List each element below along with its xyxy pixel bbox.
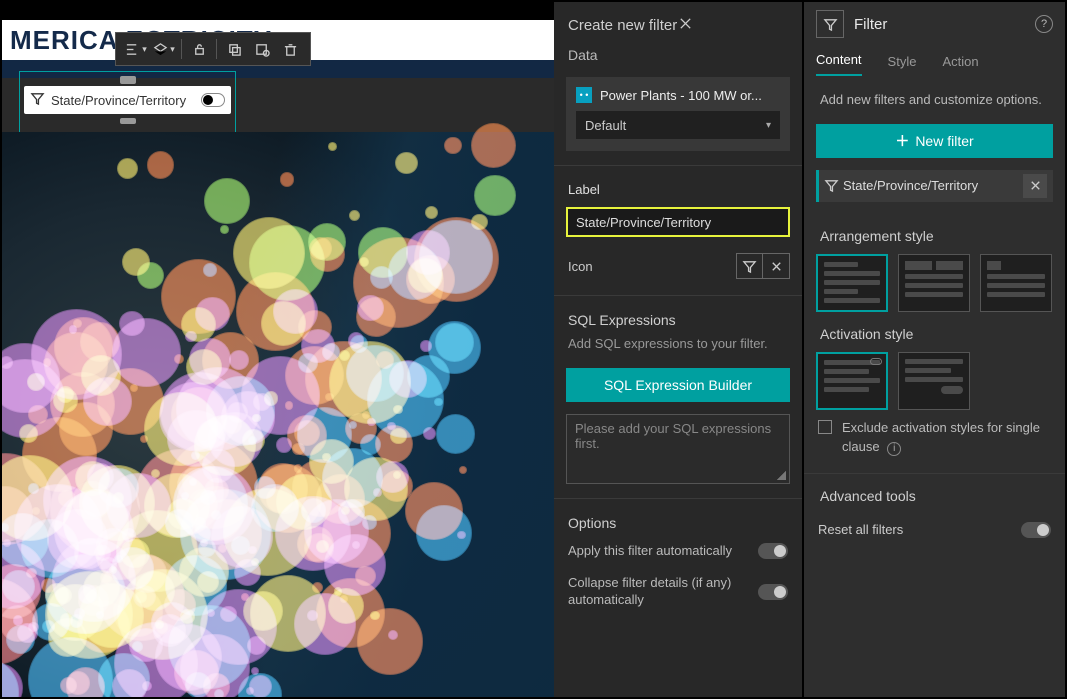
tab-style[interactable]: Style xyxy=(888,54,917,76)
option-collapse-auto: Collapse filter details (if any) automat… xyxy=(554,567,802,617)
close-icon xyxy=(1028,178,1043,193)
activation-option-1[interactable] xyxy=(816,352,888,410)
filter-list-item[interactable]: State/Province/Territory xyxy=(816,170,1053,202)
filter-settings-panel: Filter ? Content Style Action Add new fi… xyxy=(802,2,1065,697)
arrangement-option-3[interactable] xyxy=(980,254,1052,312)
arrangement-style-row xyxy=(804,254,1065,312)
icon-clear-button[interactable] xyxy=(763,254,789,278)
filter-item-label: State/Province/Territory xyxy=(843,178,1023,193)
close-button[interactable] xyxy=(678,16,788,35)
view-select[interactable]: Default ▾ xyxy=(576,111,780,139)
trash-icon xyxy=(283,42,298,57)
icon-heading: Icon xyxy=(568,259,593,274)
layers-button[interactable]: ▾ xyxy=(150,36,178,62)
view-select-value: Default xyxy=(585,118,626,133)
label-heading: Label xyxy=(554,172,802,201)
exclude-activation-label: Exclude activation styles for single cla… xyxy=(842,420,1040,455)
option-collapse-auto-toggle[interactable] xyxy=(758,584,788,600)
info-icon[interactable]: i xyxy=(887,442,901,456)
feature-layer-icon: • • xyxy=(576,87,592,103)
sql-placeholder: Please add your SQL expressions first. xyxy=(575,421,771,451)
widget-title: Filter xyxy=(854,16,887,33)
instructions-text: Add new filters and customize options. xyxy=(804,76,1065,124)
lock-icon xyxy=(192,42,207,57)
icon-picker xyxy=(736,253,790,279)
icon-choose-button[interactable] xyxy=(737,254,763,278)
sql-expressions-textarea[interactable]: Please add your SQL expressions first. xyxy=(566,414,790,484)
sql-builder-label: SQL Expression Builder xyxy=(604,377,752,393)
arrangement-heading: Arrangement style xyxy=(804,210,1065,254)
label-input[interactable]: State/Province/Territory xyxy=(566,207,790,237)
filter-chip-label: State/Province/Territory xyxy=(51,93,186,108)
help-icon: ? xyxy=(1041,18,1047,30)
reset-filters-toggle[interactable] xyxy=(1021,522,1051,538)
filter-chip-toggle[interactable] xyxy=(201,93,225,107)
sql-builder-button[interactable]: SQL Expression Builder xyxy=(566,368,790,402)
pending-button[interactable] xyxy=(248,36,276,62)
tab-action[interactable]: Action xyxy=(942,54,978,76)
reset-filters-label: Reset all filters xyxy=(818,522,903,537)
close-icon xyxy=(678,16,693,31)
option-apply-auto-label: Apply this filter automatically xyxy=(568,543,758,560)
layers-icon xyxy=(153,42,168,57)
lock-button[interactable] xyxy=(185,36,213,62)
funnel-icon xyxy=(742,259,757,274)
new-filter-button[interactable]: ＋ New filter xyxy=(816,124,1053,158)
map-canvas[interactable]: MERICA ECTRICITY ▾ ▾ xyxy=(2,2,554,697)
create-filter-panel: Create new filter Data • • Power Plants … xyxy=(554,2,802,697)
data-source-row[interactable]: • • Power Plants - 100 MW or... xyxy=(576,87,780,103)
duplicate-icon xyxy=(227,42,242,57)
arrangement-option-1[interactable] xyxy=(816,254,888,312)
help-button[interactable]: ? xyxy=(1035,15,1053,33)
activation-heading: Activation style xyxy=(804,312,1065,352)
panel-title: Create new filter xyxy=(568,17,678,34)
label-input-value: State/Province/Territory xyxy=(576,215,711,230)
exclude-activation-checkbox[interactable] xyxy=(818,420,832,434)
data-source-box: • • Power Plants - 100 MW or... Default … xyxy=(566,77,790,151)
widget-toolbar: ▾ ▾ xyxy=(115,32,311,66)
funnel-icon xyxy=(823,17,838,32)
sql-heading: SQL Expressions xyxy=(554,302,802,332)
funnel-icon xyxy=(819,178,843,193)
map-ocean xyxy=(2,132,554,697)
pending-icon xyxy=(255,42,270,57)
exclude-activation-row: Exclude activation styles for single cla… xyxy=(804,410,1065,465)
filter-item-remove-button[interactable] xyxy=(1023,174,1047,198)
drag-handle-top[interactable] xyxy=(120,76,136,84)
plus-icon: ＋ xyxy=(895,131,909,151)
funnel-icon xyxy=(30,91,45,109)
duplicate-button[interactable] xyxy=(220,36,248,62)
option-apply-auto-toggle[interactable] xyxy=(758,543,788,559)
tab-content[interactable]: Content xyxy=(816,52,862,76)
option-apply-auto: Apply this filter automatically xyxy=(554,535,802,568)
sql-description: Add SQL expressions to your filter. xyxy=(554,332,802,364)
new-filter-label: New filter xyxy=(915,133,973,149)
delete-button[interactable] xyxy=(276,36,304,62)
align-icon xyxy=(125,42,140,57)
widget-icon-box xyxy=(816,10,844,38)
data-heading: Data xyxy=(554,41,802,69)
close-icon xyxy=(769,259,784,274)
arrangement-option-2[interactable] xyxy=(898,254,970,312)
filter-chip[interactable]: State/Province/Territory xyxy=(24,86,231,114)
option-collapse-auto-label: Collapse filter details (if any) automat… xyxy=(568,575,758,609)
activation-option-2[interactable] xyxy=(898,352,970,410)
align-button[interactable]: ▾ xyxy=(122,36,150,62)
data-source-name: Power Plants - 100 MW or... xyxy=(600,88,762,103)
options-heading: Options xyxy=(554,505,802,535)
window-top-strip xyxy=(2,2,554,20)
chevron-down-icon: ▾ xyxy=(766,120,771,131)
filter-widget-selection[interactable]: State/Province/Territory xyxy=(20,72,235,132)
activation-style-row xyxy=(804,352,1065,410)
settings-tabs: Content Style Action xyxy=(804,46,1065,76)
drag-handle-bottom[interactable] xyxy=(120,118,136,124)
reset-filters-row: Reset all filters xyxy=(804,514,1065,546)
advanced-heading: Advanced tools xyxy=(804,482,1065,514)
